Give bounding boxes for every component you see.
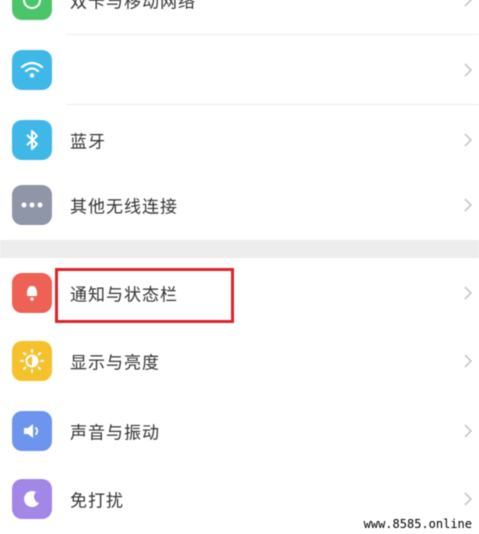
settings-item-display[interactable]: 显示与亮度 xyxy=(0,326,479,396)
settings-item-sound[interactable]: 声音与振动 xyxy=(0,396,479,466)
settings-item-label: 双卡与移动网络 xyxy=(70,0,196,13)
settings-item-label: 其他无线连接 xyxy=(70,197,178,218)
settings-item-label: 声音与振动 xyxy=(70,423,160,444)
settings-item-label: 显示与亮度 xyxy=(70,353,160,374)
watermark: www.8585.online xyxy=(360,516,475,532)
more-dots-icon xyxy=(12,185,52,225)
mobile-network-icon xyxy=(12,0,52,20)
settings-item-bluetooth[interactable]: 蓝牙 xyxy=(0,105,479,175)
settings-item-label: 免打扰 xyxy=(70,491,124,512)
highlight-box xyxy=(55,268,234,323)
chevron-right-icon xyxy=(464,0,473,7)
section-separator xyxy=(0,240,479,258)
chevron-right-icon xyxy=(464,492,473,506)
notification-icon xyxy=(12,273,52,313)
chevron-right-icon xyxy=(464,354,473,368)
bluetooth-icon xyxy=(12,120,52,160)
chevron-right-icon xyxy=(464,133,473,147)
settings-item-wifi[interactable] xyxy=(0,35,479,105)
settings-item-mobile-network[interactable]: 双卡与移动网络 xyxy=(0,0,479,35)
chevron-right-icon xyxy=(464,286,473,300)
chevron-right-icon xyxy=(464,63,473,77)
settings-item-other-wireless[interactable]: 其他无线连接 xyxy=(0,170,479,240)
chevron-right-icon xyxy=(464,424,473,438)
wifi-icon xyxy=(12,50,52,90)
brightness-icon xyxy=(12,341,52,381)
settings-item-label: 蓝牙 xyxy=(70,132,106,153)
moon-icon xyxy=(12,479,52,519)
chevron-right-icon xyxy=(464,198,473,212)
speaker-icon xyxy=(12,411,52,451)
